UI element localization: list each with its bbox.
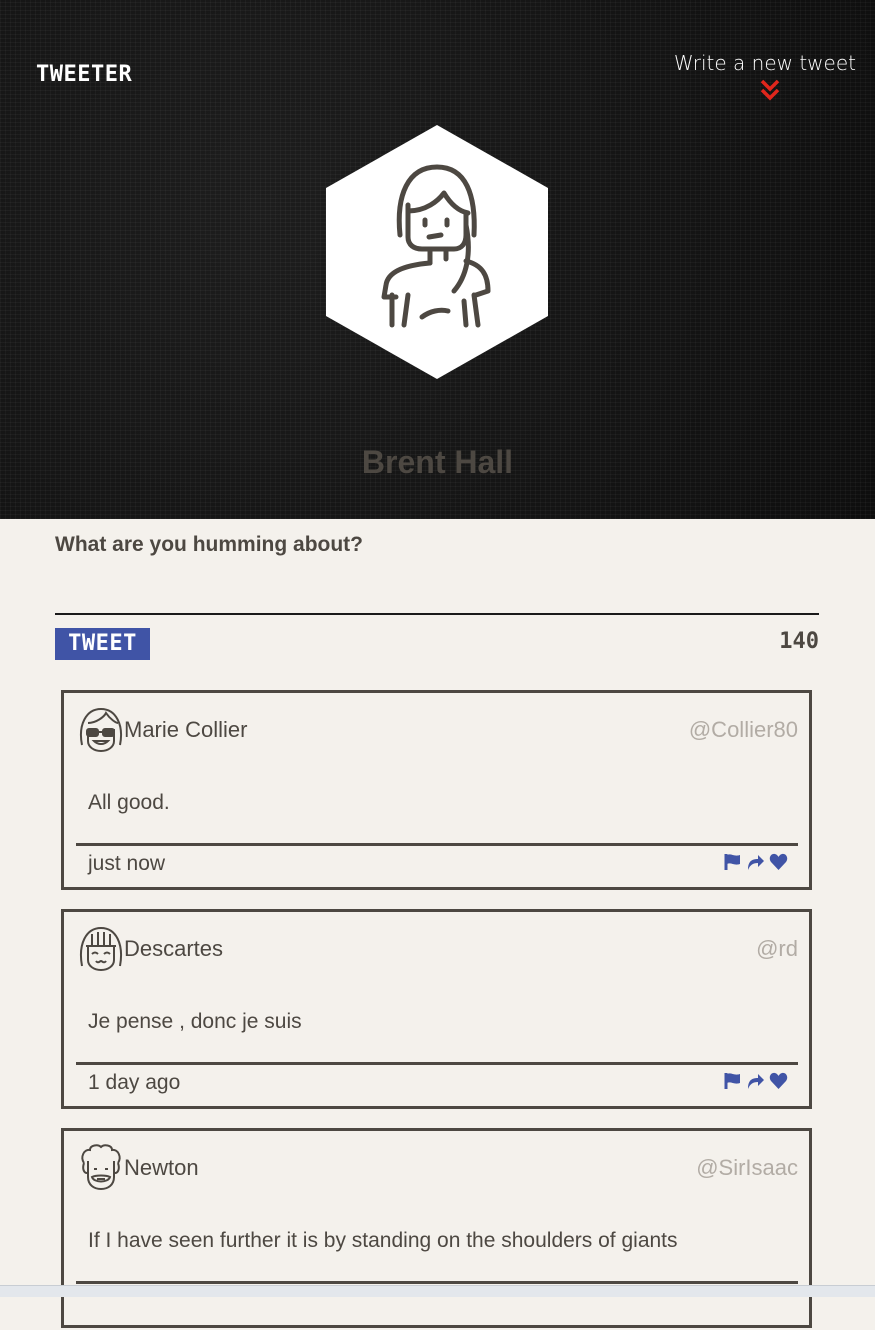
tweet-timestamp: 1 day ago	[88, 1071, 181, 1094]
double-chevron-down-icon[interactable]	[760, 79, 780, 101]
tweet-timestamp: just now	[88, 852, 166, 875]
smiling-girl-avatar-icon	[80, 926, 122, 972]
profile-avatar	[326, 125, 548, 379]
tweet-actions	[723, 853, 788, 871]
tweet-card: Marie Collier @Collier80 All good. just …	[61, 690, 812, 890]
tweet-text: If I have seen further it is by standing…	[88, 1229, 678, 1252]
tweet-author-name[interactable]: Marie Collier	[124, 717, 247, 743]
heart-icon[interactable]	[769, 1072, 788, 1090]
tweet-author-handle[interactable]: @rd	[756, 936, 798, 962]
tweet-text: Je pense , donc je suis	[88, 1010, 302, 1033]
woman-with-glasses-avatar-icon	[80, 707, 122, 753]
os-taskbar	[0, 1285, 875, 1297]
tweet-text-input[interactable]	[55, 519, 819, 615]
write-new-tweet-label[interactable]: Write a new tweet	[656, 50, 856, 76]
retweet-icon[interactable]	[746, 853, 765, 871]
tweet-card: Newton @SirIsaac If I have seen further …	[61, 1128, 812, 1328]
tweet-author-handle[interactable]: @Collier80	[689, 717, 798, 743]
retweet-icon[interactable]	[746, 1072, 765, 1090]
tweet-footer: 1 day ago	[76, 1062, 798, 1111]
flag-icon[interactable]	[723, 853, 742, 871]
character-counter: 140	[779, 629, 819, 654]
tweet-text: All good.	[88, 791, 170, 814]
tweet-footer: just now	[76, 843, 798, 892]
tweet-submit-button[interactable]: TWEET	[55, 628, 150, 660]
tweet-author-name[interactable]: Descartes	[124, 936, 223, 962]
curly-hair-man-avatar-icon	[81, 1144, 121, 1191]
tweet-author-handle[interactable]: @SirIsaac	[696, 1155, 798, 1181]
brand-logo[interactable]: TWEETER	[36, 62, 132, 87]
tweet-actions	[723, 1072, 788, 1090]
profile-user-name: Brent Hall	[361, 444, 514, 480]
tweet-author-name[interactable]: Newton	[124, 1155, 199, 1181]
heart-icon[interactable]	[769, 853, 788, 871]
tweet-composer: TWEET 140	[55, 519, 819, 660]
flag-icon[interactable]	[723, 1072, 742, 1090]
profile-header: TWEETER Write a new tweet Brent Hall	[0, 0, 875, 519]
write-new-tweet-toggle[interactable]: Write a new tweet	[656, 50, 856, 101]
tweet-card: Descartes @rd Je pense , donc je suis 1 …	[61, 909, 812, 1109]
